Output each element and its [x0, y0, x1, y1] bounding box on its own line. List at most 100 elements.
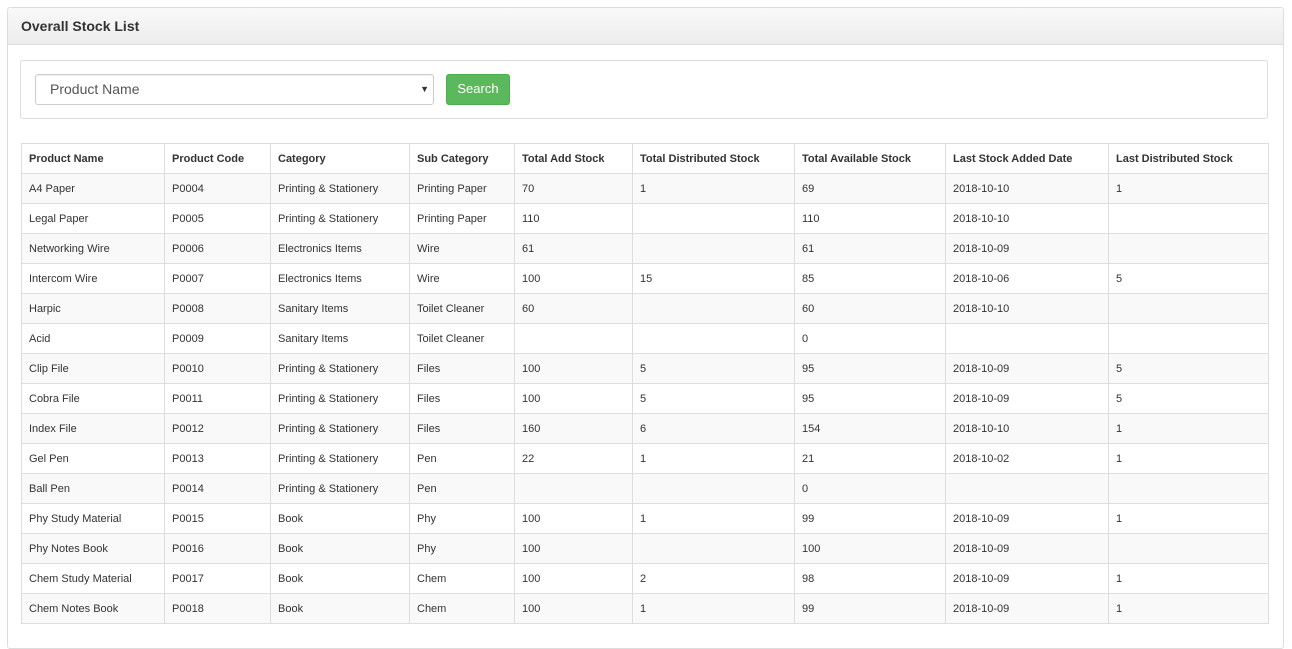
- table-cell: P0006: [164, 233, 271, 264]
- table-cell: Printing & Stationery: [270, 413, 410, 444]
- panel-heading: Overall Stock List: [8, 8, 1283, 45]
- table-cell: Printing & Stationery: [270, 443, 410, 474]
- table-cell: Phy: [409, 533, 515, 564]
- table-cell: Pen: [409, 443, 515, 474]
- table-cell: 5: [1108, 263, 1269, 294]
- table-row: Legal Paper P0005 Printing & Stationery Pri…: [21, 203, 1269, 234]
- table-cell: P0016: [164, 533, 271, 564]
- table-cell: Intercom Wire: [21, 263, 165, 294]
- table-cell: [945, 473, 1109, 504]
- table-cell: 98: [794, 563, 946, 594]
- table-cell: P0008: [164, 293, 271, 324]
- product-name-select[interactable]: Product Name ▼: [35, 74, 434, 105]
- table-cell: 1: [1108, 503, 1269, 534]
- table-cell: Pen: [409, 473, 515, 504]
- table-cell: [1108, 323, 1269, 354]
- table-cell: 100: [794, 533, 946, 564]
- table-row: Ball Pen P0014 Printing & Stationery Pen 0: [21, 473, 1269, 504]
- table-cell: [632, 533, 795, 564]
- table-cell: Networking Wire: [21, 233, 165, 264]
- table-cell: 1: [1108, 443, 1269, 474]
- table-row: Cobra File P0011 Printing & Stationery File…: [21, 383, 1269, 414]
- table-cell: 99: [794, 503, 946, 534]
- table-cell: 2018-10-10: [945, 173, 1109, 204]
- table-cell: P0011: [164, 383, 271, 414]
- table-row: Acid P0009 Sanitary Items Toilet Cleaner 0: [21, 323, 1269, 354]
- table-cell: [945, 323, 1109, 354]
- table-cell: 60: [514, 293, 633, 324]
- table-cell: Gel Pen: [21, 443, 165, 474]
- table-cell: Chem Study Material: [21, 563, 165, 594]
- table-cell: Chem Notes Book: [21, 593, 165, 624]
- table-cell: 2018-10-09: [945, 383, 1109, 414]
- table-cell: Chem: [409, 593, 515, 624]
- table-cell: Ball Pen: [21, 473, 165, 504]
- table-cell: Wire: [409, 233, 515, 264]
- table-cell: P0010: [164, 353, 271, 384]
- table-cell: Printing & Stationery: [270, 173, 410, 204]
- table-cell: Book: [270, 593, 410, 624]
- table-cell: Sanitary Items: [270, 323, 410, 354]
- table-row: A4 Paper P0004 Printing & Stationery Printi…: [21, 173, 1269, 204]
- table-cell: 69: [794, 173, 946, 204]
- table-cell: P0012: [164, 413, 271, 444]
- table-cell: Legal Paper: [21, 203, 165, 234]
- table-cell: 22: [514, 443, 633, 474]
- table-cell: 154: [794, 413, 946, 444]
- table-cell: Files: [409, 383, 515, 414]
- table-cell: 5: [1108, 383, 1269, 414]
- table-cell: [632, 203, 795, 234]
- table-cell: P0018: [164, 593, 271, 624]
- table-cell: 2018-10-10: [945, 293, 1109, 324]
- table-cell: 5: [632, 353, 795, 384]
- table-cell: Book: [270, 503, 410, 534]
- table-cell: 0: [794, 473, 946, 504]
- table-cell: 100: [514, 503, 633, 534]
- table-cell: 61: [794, 233, 946, 264]
- table-cell: Chem: [409, 563, 515, 594]
- table-cell: Electronics Items: [270, 263, 410, 294]
- table-cell: 2018-10-09: [945, 233, 1109, 264]
- table-cell: Clip File: [21, 353, 165, 384]
- table-cell: [1108, 533, 1269, 564]
- table-cell: Acid: [21, 323, 165, 354]
- table-cell: Cobra File: [21, 383, 165, 414]
- table-cell: 100: [514, 263, 633, 294]
- table-cell: 1: [632, 593, 795, 624]
- table-cell: 2018-10-10: [945, 413, 1109, 444]
- table-cell: 6: [632, 413, 795, 444]
- table-row: Gel Pen P0013 Printing & Stationery Pen 22 1 2…: [21, 443, 1269, 474]
- table-cell: P0005: [164, 203, 271, 234]
- column-header: Total Add Stock: [514, 143, 633, 174]
- table-cell: 1: [1108, 173, 1269, 204]
- table-cell: 70: [514, 173, 633, 204]
- column-header: Total Distributed Stock: [632, 143, 795, 174]
- table-cell: Phy Study Material: [21, 503, 165, 534]
- table-cell: [1108, 473, 1269, 504]
- table-cell: Files: [409, 413, 515, 444]
- table-cell: 85: [794, 263, 946, 294]
- table-cell: [1108, 203, 1269, 234]
- table-cell: 2018-10-09: [945, 503, 1109, 534]
- table-cell: Index File: [21, 413, 165, 444]
- table-cell: 100: [514, 353, 633, 384]
- table-cell: [632, 233, 795, 264]
- table-row: Intercom Wire P0007 Electronics Items Wire 1…: [21, 263, 1269, 294]
- table-cell: P0017: [164, 563, 271, 594]
- table-cell: 99: [794, 593, 946, 624]
- table-cell: Files: [409, 353, 515, 384]
- table-cell: Sanitary Items: [270, 293, 410, 324]
- column-header: Category: [270, 143, 410, 174]
- table-cell: 1: [632, 173, 795, 204]
- column-header: Total Available Stock: [794, 143, 946, 174]
- table-cell: 61: [514, 233, 633, 264]
- search-button[interactable]: Search: [446, 74, 510, 105]
- table-cell: 1: [1108, 563, 1269, 594]
- table-cell: P0009: [164, 323, 271, 354]
- table-row: Chem Study Material P0017 Book Chem 100 2 98 20…: [21, 563, 1269, 594]
- table-cell: Toilet Cleaner: [409, 293, 515, 324]
- table-cell: Printing & Stationery: [270, 203, 410, 234]
- table-cell: 2018-10-09: [945, 563, 1109, 594]
- table-cell: [632, 293, 795, 324]
- table-row: Phy Notes Book P0016 Book Phy 100 100 2018-10-…: [21, 533, 1269, 564]
